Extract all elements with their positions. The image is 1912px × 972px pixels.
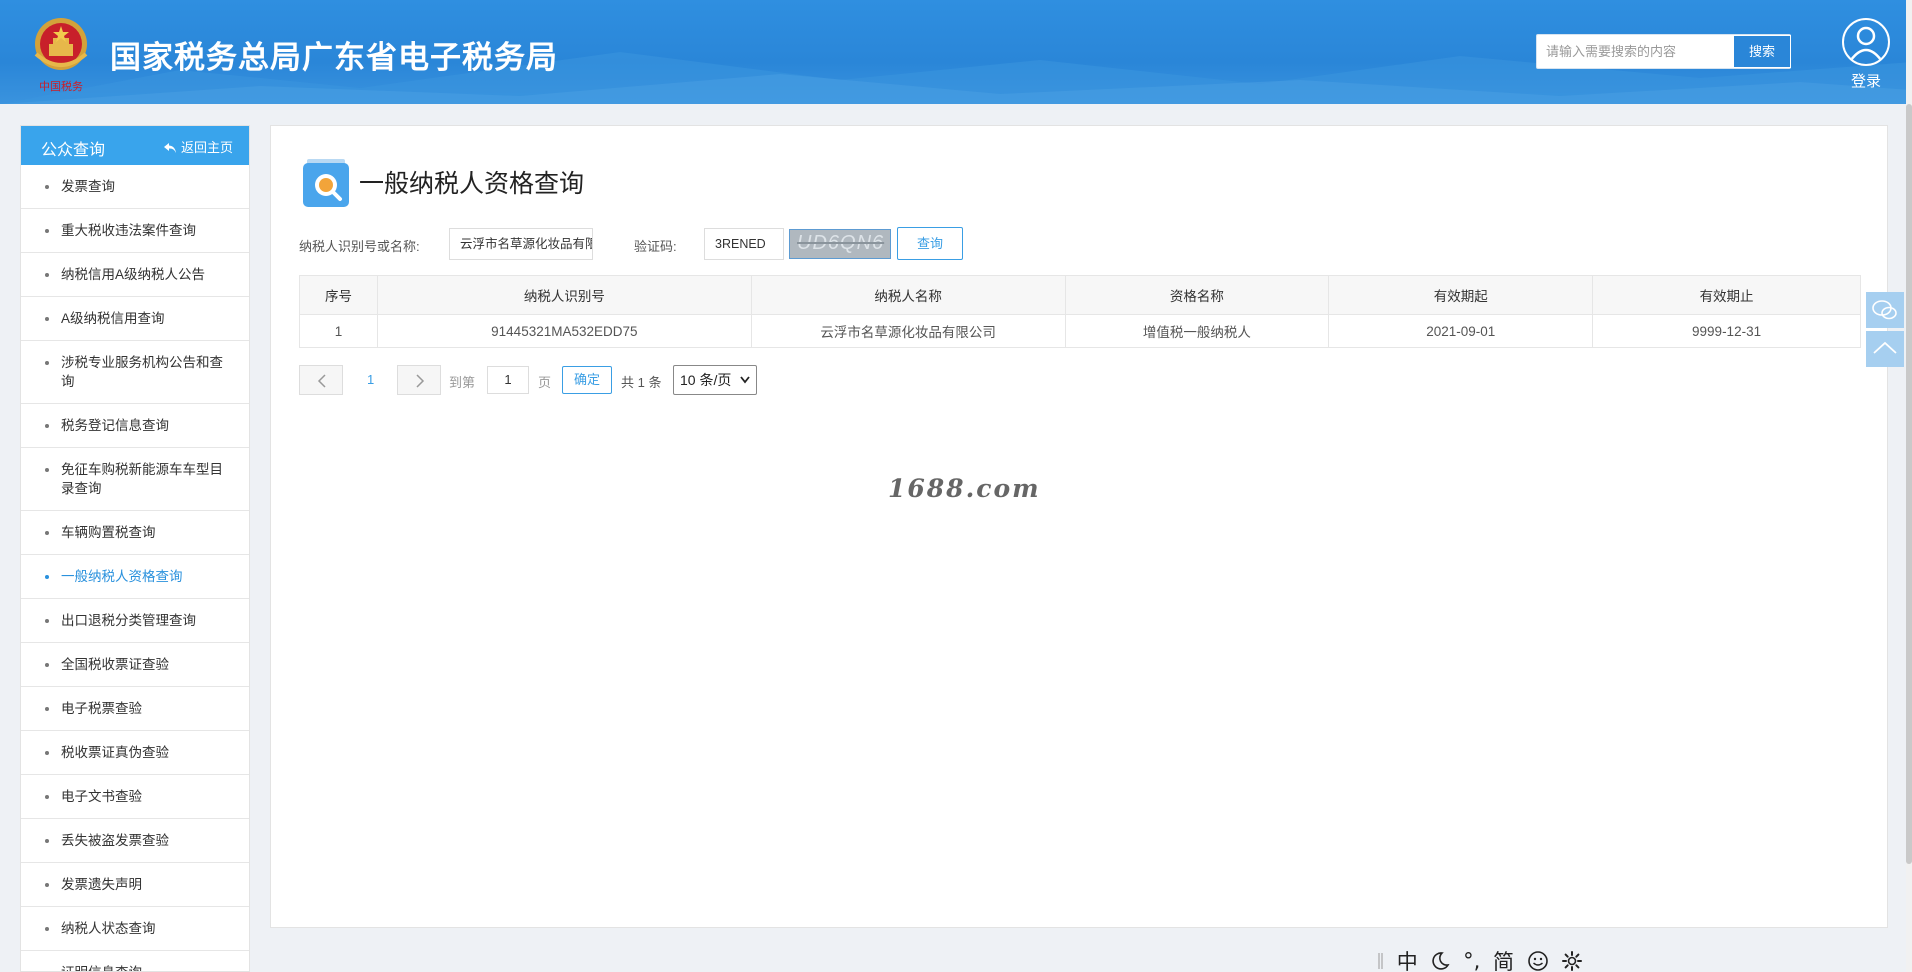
search-input[interactable] <box>1537 35 1733 68</box>
sidebar-item-a-credit-query[interactable]: A级纳税信用查询 <box>21 297 249 341</box>
query-page-icon <box>303 159 349 207</box>
table-header-row: 序号 纳税人识别号 纳税人名称 资格名称 有效期起 有效期止 <box>299 275 1861 315</box>
captcha-image[interactable]: UD6QN6 <box>789 229 891 259</box>
sidebar-item-voucher-authenticity[interactable]: 税收票证真伪查验 <box>21 731 249 775</box>
chevron-up-icon <box>1873 341 1897 354</box>
top-header: 中国税务 国家税务总局广东省电子税务局 搜索 登录 <box>0 0 1912 104</box>
sidebar-item-a-credit-notice[interactable]: 纳税信用A级纳税人公告 <box>21 253 249 297</box>
search-box: 搜索 <box>1536 34 1791 69</box>
sidebar-item-tax-voucher-check[interactable]: 全国税收票证查验 <box>21 643 249 687</box>
ime-simplified-toggle[interactable]: 简 <box>1493 946 1514 972</box>
drag-handle-icon[interactable] <box>1378 951 1384 971</box>
col-header-valid-from: 有效期起 <box>1328 275 1594 315</box>
sidebar-item-certificate-query[interactable]: 证明信息查询 <box>21 951 249 971</box>
back-arrow-icon <box>163 143 176 153</box>
sidebar-item-vehicle-tax[interactable]: 车辆购置税查询 <box>21 511 249 555</box>
cell-valid-to: 9999-12-31 <box>1592 314 1861 348</box>
wechat-icon <box>1872 300 1897 320</box>
site-title: 国家税务总局广东省电子税务局 <box>110 40 558 75</box>
sidebar-item-nev-catalog[interactable]: 免征车购税新能源车车型目录查询 <box>21 448 249 511</box>
goto-confirm-button[interactable]: 确定 <box>562 366 612 394</box>
page-title: 一般纳税人资格查询 <box>359 170 585 198</box>
sidebar-item-export-refund[interactable]: 出口退税分类管理查询 <box>21 599 249 643</box>
table-row: 1 91445321MA532EDD75 云浮市名草源化妆品有限公司 增值税一般… <box>299 314 1861 348</box>
col-header-valid-to: 有效期止 <box>1592 275 1861 315</box>
sidebar-item-invoice-query[interactable]: 发票查询 <box>21 165 249 209</box>
next-page-button[interactable] <box>397 365 441 395</box>
sidebar-header: 公众查询 返回主页 <box>21 126 249 165</box>
page-size-value: 10 条/页 <box>680 372 732 388</box>
svg-text:中国税务: 中国税务 <box>39 79 83 93</box>
sidebar-title: 公众查询 <box>41 142 106 159</box>
cell-taxpayer-name: 云浮市名草源化妆品有限公司 <box>750 314 1066 348</box>
taxpayer-label: 纳税人识别号或名称: <box>299 239 420 254</box>
ime-lang-toggle[interactable]: 中 <box>1397 946 1418 972</box>
captcha-label: 验证码: <box>634 239 677 254</box>
cell-index: 1 <box>299 314 378 348</box>
settings-gear-icon[interactable] <box>1561 950 1583 972</box>
cell-tax-id: 91445321MA532EDD75 <box>376 314 752 348</box>
chevron-down-icon <box>740 376 750 384</box>
main-panel: 一般纳税人资格查询 纳税人识别号或名称: 云浮市名草源化妆品有限 验证码: 3R… <box>270 125 1888 928</box>
tax-emblem-logo: 中国税务 <box>28 14 94 94</box>
col-header-qualification: 资格名称 <box>1064 275 1330 315</box>
col-header-tax-id: 纳税人识别号 <box>376 275 752 315</box>
query-button[interactable]: 查询 <box>897 227 963 260</box>
cell-valid-from: 2021-09-01 <box>1328 314 1594 348</box>
captcha-image-text: UD6QN6 <box>797 232 885 254</box>
page-number-current[interactable]: 1 <box>367 372 374 387</box>
moon-icon[interactable] <box>1430 951 1450 971</box>
sidebar-item-tax-agency[interactable]: 涉税专业服务机构公告和查询 <box>21 341 249 404</box>
page-scrollbar[interactable] <box>1906 0 1912 972</box>
chevron-left-icon <box>317 374 326 388</box>
total-count: 共 1 条 <box>621 375 662 390</box>
taxpayer-input[interactable]: 云浮市名草源化妆品有限 <box>449 228 593 260</box>
col-header-index: 序号 <box>299 275 378 315</box>
sidebar: 公众查询 返回主页 发票查询 重大税收违法案件查询 纳税信用A级纳税人公告 A级… <box>20 125 250 972</box>
sidebar-item-tax-violation[interactable]: 重大税收违法案件查询 <box>21 209 249 253</box>
page-size-select[interactable]: 10 条/页 <box>673 365 757 395</box>
watermark-text: 1688.com <box>888 474 1041 503</box>
back-home-button[interactable]: 返回主页 <box>163 137 233 156</box>
sidebar-item-general-taxpayer[interactable]: 一般纳税人资格查询 <box>21 555 249 599</box>
col-header-taxpayer-name: 纳税人名称 <box>750 275 1066 315</box>
user-icon <box>1842 18 1890 66</box>
chevron-right-icon <box>416 374 425 388</box>
sidebar-item-tax-registration[interactable]: 税务登记信息查询 <box>21 404 249 448</box>
captcha-input[interactable]: 3RENED <box>704 228 784 260</box>
smiley-icon[interactable] <box>1527 950 1549 972</box>
scrollbar-thumb[interactable] <box>1906 104 1912 864</box>
ime-toolbar: 中 °, 简 <box>1378 946 1589 972</box>
sidebar-item-e-document-check[interactable]: 电子文书查验 <box>21 775 249 819</box>
ime-punct-toggle[interactable]: °, <box>1463 949 1480 972</box>
sidebar-item-invoice-loss-statement[interactable]: 发票遗失声明 <box>21 863 249 907</box>
back-to-top-button[interactable] <box>1866 331 1904 367</box>
login-button[interactable]: 登录 <box>1838 18 1894 91</box>
search-button[interactable]: 搜索 <box>1733 35 1791 68</box>
back-home-label: 返回主页 <box>180 140 233 155</box>
sidebar-item-taxpayer-status[interactable]: 纳税人状态查询 <box>21 907 249 951</box>
goto-label: 到第 <box>449 375 476 390</box>
result-table: 序号 纳税人识别号 纳税人名称 资格名称 有效期起 有效期止 1 9144532… <box>299 275 1861 348</box>
prev-page-button[interactable] <box>299 365 343 395</box>
wechat-float-button[interactable] <box>1866 292 1904 328</box>
sidebar-item-e-ticket-check[interactable]: 电子税票查验 <box>21 687 249 731</box>
goto-page-input[interactable]: 1 <box>487 366 529 394</box>
cell-qualification: 增值税一般纳税人 <box>1064 314 1330 348</box>
sidebar-item-lost-invoice-check[interactable]: 丢失被盗发票查验 <box>21 819 249 863</box>
page-unit-label: 页 <box>538 375 552 390</box>
login-label: 登录 <box>1850 73 1881 90</box>
